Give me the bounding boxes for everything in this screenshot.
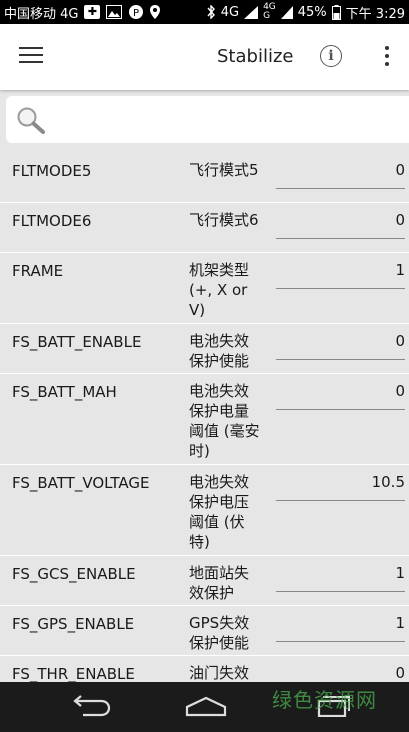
param-value-input[interactable] — [275, 473, 405, 491]
param-description: 电池失效保护电压阈值 (伏特) — [189, 473, 250, 551]
value-underline — [276, 188, 405, 189]
param-name: FLTMODE5 — [12, 162, 92, 180]
value-underline — [276, 238, 405, 239]
param-value-input[interactable] — [275, 382, 405, 400]
param-row-fs-batt-enable[interactable]: FS_BATT_ENABLE 电池失效保护使能 — [0, 324, 409, 374]
param-description: 飞行模式6 — [189, 211, 259, 229]
param-value-input[interactable] — [275, 332, 405, 350]
signal-icon — [244, 5, 259, 19]
param-row-frame[interactable]: FRAME 机架类型(+, X or V) — [0, 253, 409, 324]
param-value-input[interactable] — [275, 614, 405, 632]
home-icon — [184, 695, 228, 721]
overflow-menu-icon[interactable] — [385, 46, 389, 68]
param-description: 地面站失效保护 — [189, 564, 250, 602]
param-row-fs-gcs-enable[interactable]: FS_GCS_ENABLE 地面站失效保护 — [0, 556, 409, 606]
value-underline — [276, 409, 405, 410]
hamburger-menu-icon[interactable] — [19, 47, 43, 65]
value-underline — [276, 641, 405, 642]
clock: 下午 3:29 — [345, 6, 405, 22]
location-icon — [150, 5, 161, 19]
param-value-cell — [262, 374, 409, 464]
param-value-input[interactable] — [275, 161, 405, 179]
param-row-fltmode6[interactable]: FLTMODE6 飞行模式6 — [0, 203, 409, 253]
value-underline — [276, 500, 405, 501]
search-box[interactable] — [6, 96, 409, 143]
network-type-label: 4G — [220, 4, 240, 20]
param-value-cell — [262, 153, 409, 202]
param-description: 机架类型(+, X or V) — [189, 261, 250, 319]
param-name: FS_GPS_ENABLE — [12, 615, 135, 633]
back-arrow-icon — [71, 695, 111, 721]
bluetooth-icon — [206, 5, 216, 19]
param-row-fs-batt-mah[interactable]: FS_BATT_MAH 电池失效保护电量阈值 (毫安时) — [0, 374, 409, 465]
param-name: FLTMODE6 — [12, 212, 92, 230]
home-button[interactable] — [183, 695, 229, 721]
param-row-fs-gps-enable[interactable]: FS_GPS_ENABLE GPS失效保护使能 — [0, 606, 409, 656]
watermark-logo: 绿色资源网 — [272, 688, 377, 712]
param-description: GPS失效保护使能 — [189, 614, 250, 652]
search-input[interactable] — [54, 104, 398, 136]
param-value-input[interactable] — [275, 211, 405, 229]
value-underline — [276, 591, 405, 592]
image-notification-icon — [106, 5, 123, 19]
param-row-fs-batt-voltage[interactable]: FS_BATT_VOLTAGE 电池失效保护电压阈值 (伏特) — [0, 465, 409, 556]
network-type-secondary-bottom: G — [263, 11, 271, 21]
back-button[interactable] — [68, 695, 114, 721]
search-icon — [16, 106, 46, 138]
signal-secondary-icon — [280, 5, 293, 19]
param-value-input[interactable] — [275, 261, 405, 279]
param-name: FS_GCS_ENABLE — [12, 565, 136, 583]
param-value-input[interactable] — [275, 564, 405, 582]
param-value-cell — [262, 556, 409, 605]
svg-text:P: P — [133, 8, 139, 19]
carrier-label: 中国移动 4G — [4, 6, 79, 22]
battery-percent: 45% — [297, 4, 327, 20]
plus-notification-icon: ✚ — [84, 5, 101, 19]
param-value-cell — [262, 465, 409, 555]
value-underline — [276, 359, 405, 360]
param-name: FRAME — [12, 262, 64, 280]
flight-mode-title: Stabilize — [217, 46, 294, 67]
param-name: FS_BATT_VOLTAGE — [12, 474, 150, 492]
param-description: 电池失效保护电量阈值 (毫安时) — [189, 382, 260, 460]
app-bar: Stabilize i — [0, 24, 409, 90]
info-icon[interactable]: i — [320, 45, 342, 67]
battery-icon — [331, 4, 341, 20]
param-name: FS_BATT_ENABLE — [12, 333, 142, 351]
status-bar: 中国移动 4G ✚ P 4G 4G G 45% 下午 3:29 — [0, 0, 409, 24]
param-value-cell — [262, 203, 409, 252]
param-description: 电池失效保护使能 — [189, 332, 250, 370]
param-row-fltmode5[interactable]: FLTMODE5 飞行模式5 — [0, 153, 409, 203]
p-app-icon: P — [128, 4, 144, 20]
param-value-cell — [262, 253, 409, 323]
parameter-list: FLTMODE5 飞行模式5 FLTMODE6 飞行模式6 FRAME 机架类型… — [0, 153, 409, 706]
param-value-input[interactable] — [275, 664, 405, 682]
param-description: 飞行模式5 — [189, 161, 259, 179]
param-value-cell — [262, 324, 409, 373]
value-underline — [276, 288, 405, 289]
param-value-cell — [262, 606, 409, 655]
param-name: FS_BATT_MAH — [12, 383, 117, 401]
